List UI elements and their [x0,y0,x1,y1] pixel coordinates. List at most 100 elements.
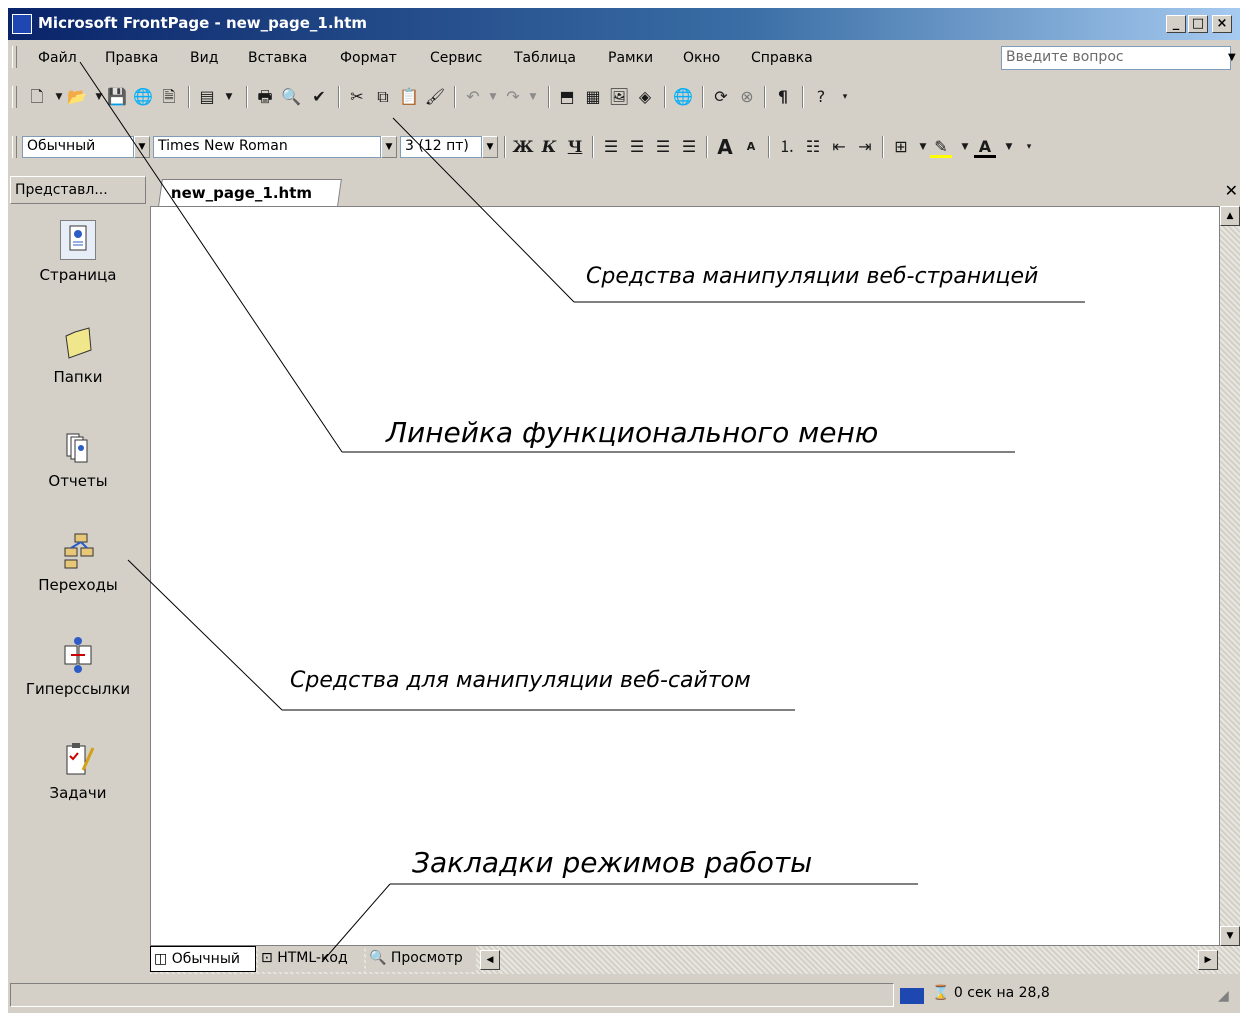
separator [802,86,804,108]
toolbar-options-icon[interactable]: ▾ [1018,136,1040,158]
menu-tools[interactable]: Сервис [430,50,482,66]
redo-icon[interactable]: ↷ [502,86,524,108]
menu-insert[interactable]: Вставка [248,50,307,66]
preview-in-browser-icon[interactable]: 🔍 [280,86,302,108]
title-bar[interactable]: Microsoft FrontPage - new_page_1.htm _ □… [8,8,1240,40]
page-editor[interactable] [150,206,1220,946]
scroll-down-icon[interactable]: ▼ [1220,926,1240,946]
ask-question-input[interactable]: Введите вопрос [1001,46,1231,70]
print-icon[interactable]: 🖶 [254,86,276,108]
save-icon[interactable]: 💾 [106,86,128,108]
menu-format[interactable]: Формат [340,50,397,66]
vertical-scrollbar[interactable]: ▲ ▼ [1220,206,1240,946]
chevron-down-icon[interactable]: ▼ [482,136,498,158]
separator [454,86,456,108]
menu-file[interactable]: Файл [38,50,77,66]
menu-edit[interactable]: Правка [105,50,158,66]
dropdown-arrow-icon[interactable]: ▼ [998,136,1020,158]
format-painter-icon[interactable]: 🖌 [424,86,446,108]
chevron-down-icon[interactable]: ▼ [381,136,397,158]
view-navigation[interactable]: Переходы [10,532,146,594]
open-folder-icon[interactable]: 📂 [66,86,88,108]
increase-indent-icon[interactable]: ⇥ [854,136,876,158]
spelling-icon[interactable]: ✔ [308,86,330,108]
new-page-icon[interactable]: 🗋 [26,86,48,108]
insert-picture-icon[interactable]: 🖼 [608,86,630,108]
menu-view[interactable]: Вид [190,50,218,66]
font-select[interactable]: Times New Roman [153,136,381,158]
chevron-down-icon[interactable]: ▼ [134,136,150,158]
menu-window[interactable]: Окно [683,50,720,66]
decrease-indent-icon[interactable]: ⇤ [828,136,850,158]
toolbar-grip[interactable] [12,136,17,158]
toolbar-grip[interactable] [12,46,17,68]
scroll-up-icon[interactable]: ▲ [1220,206,1240,226]
undo-icon[interactable]: ↶ [462,86,484,108]
align-center-icon[interactable]: ☰ [626,136,648,158]
scroll-left-icon[interactable]: ◀ [480,950,500,970]
cut-icon[interactable]: ✂ [346,86,368,108]
borders-icon[interactable]: ⊞ [890,136,912,158]
numbered-list-icon[interactable]: ⒈ [776,136,798,158]
view-page[interactable]: Страница [10,220,146,284]
close-button[interactable]: × [1212,15,1232,33]
style-select[interactable]: Обычный [22,136,134,158]
view-folders[interactable]: Папки [10,324,146,386]
resize-grip-icon[interactable]: ◢ [1218,988,1229,1004]
copy-icon[interactable]: ⧉ [372,86,394,108]
document-tab[interactable]: new_page_1.htm [158,179,342,206]
refresh-icon[interactable]: ⟳ [710,86,732,108]
chevron-down-icon[interactable]: ▼ [1228,52,1236,63]
file-search-icon[interactable]: 🗎 [158,86,180,108]
justify-icon[interactable]: ☰ [678,136,700,158]
menu-table[interactable]: Таблица [514,50,576,66]
drawing-icon[interactable]: ◈ [634,86,656,108]
insert-table-icon[interactable]: ▦ [582,86,604,108]
minimize-button[interactable]: _ [1166,15,1186,33]
italic-button[interactable]: К [538,136,560,158]
underline-button[interactable]: Ч [564,136,586,158]
web-component-icon[interactable]: ⬒ [556,86,578,108]
stop-icon[interactable]: ⊗ [736,86,758,108]
show-all-icon[interactable]: ¶ [772,86,794,108]
font-size-select[interactable]: 3 (12 пт) [400,136,482,158]
align-right-icon[interactable]: ☰ [652,136,674,158]
views-bar-header[interactable]: Представл... [10,176,146,204]
scroll-right-icon[interactable]: ▶ [1198,950,1218,970]
dropdown-arrow-icon[interactable]: ▼ [482,86,504,108]
dropdown-arrow-icon[interactable]: ▼ [218,86,240,108]
menu-help[interactable]: Справка [751,50,813,66]
tab-preview[interactable]: 🔍 Просмотр [366,946,476,972]
toolbar-options-icon[interactable]: ▾ [834,86,856,108]
hyperlink-icon[interactable]: 🌐 [672,86,694,108]
separator [592,136,594,158]
maximize-button[interactable]: □ [1188,15,1208,33]
toggle-pane-icon[interactable]: ▤ [196,86,218,108]
publish-icon[interactable]: 🌐 [132,86,154,108]
separator [764,86,766,108]
hourglass-icon: ⌛ [932,985,950,1001]
tab-normal[interactable]: ◫ Обычный [150,946,256,972]
increase-font-size-icon[interactable]: A [714,136,736,158]
dropdown-arrow-icon[interactable]: ▼ [954,136,976,158]
close-document-icon[interactable]: ✕ [1225,181,1238,200]
bold-button[interactable]: Ж [512,136,534,158]
view-tasks[interactable]: Задачи [10,740,146,802]
help-icon[interactable]: ? [810,86,832,108]
view-tasks-label: Задачи [49,784,107,802]
tab-html[interactable]: ⊡ HTML-код [258,946,364,972]
align-left-icon[interactable]: ☰ [600,136,622,158]
highlight-icon[interactable]: ✎ [930,136,952,158]
view-reports[interactable]: Отчеты [10,428,146,490]
font-color-icon[interactable]: A [974,136,996,158]
menu-frames[interactable]: Рамки [608,50,653,66]
frontpage-app-icon[interactable] [12,14,32,34]
standard-toolbar: 🗋 ▼ 📂 ▼ 💾 🌐 🗎 ▤ ▼ 🖶 🔍 ✔ ✂ ⧉ 📋 🖌 ↶ ▼ ↷ ▼ … [8,78,1240,116]
bulleted-list-icon[interactable]: ☷ [802,136,824,158]
dropdown-arrow-icon[interactable]: ▼ [522,86,544,108]
decrease-font-size-icon[interactable]: A [740,136,762,158]
paste-icon[interactable]: 📋 [398,86,420,108]
download-time[interactable]: ⌛ 0 сек на 28,8 [928,983,1118,1007]
toolbar-grip[interactable] [12,86,17,108]
view-hyperlinks[interactable]: Гиперссылки [10,636,146,698]
